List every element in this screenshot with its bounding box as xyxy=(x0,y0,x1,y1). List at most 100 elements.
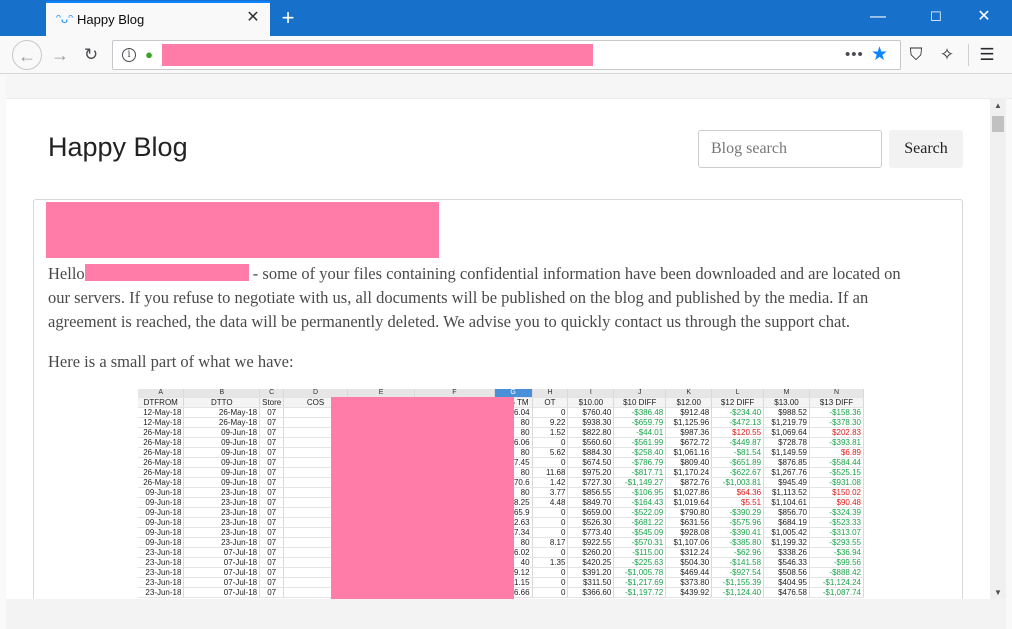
page-scrollbar[interactable]: ▲ ▼ xyxy=(990,98,1006,601)
date-from-cell: 12-May-18 xyxy=(138,407,185,418)
store-cell: 07 xyxy=(259,497,285,508)
value-cell: 11.68 xyxy=(532,467,569,478)
value-cell: $659.00 xyxy=(567,507,615,518)
search-input[interactable]: Blog search xyxy=(698,130,882,168)
address-bar[interactable]: i ● ••• ★ xyxy=(112,40,901,70)
spreadsheet-redaction xyxy=(331,397,514,599)
bookmark-star-icon[interactable]: ★ xyxy=(871,43,888,66)
value-cell: -$584.44 xyxy=(809,457,864,468)
post-line-3: agreement is reached, the data will be p… xyxy=(48,312,851,331)
column-header: OT xyxy=(532,397,569,408)
value-cell: -$378.30 xyxy=(809,417,864,428)
value-cell: $202.83 xyxy=(809,427,864,438)
url-redaction xyxy=(162,44,593,66)
store-cell: 07 xyxy=(259,587,285,598)
search-button[interactable]: Search xyxy=(889,130,963,168)
value-cell: $1,069.64 xyxy=(763,427,810,438)
minimize-button[interactable]: — xyxy=(856,0,900,34)
value-cell: 4.48 xyxy=(532,497,569,508)
value-cell: 0 xyxy=(532,407,569,418)
date-from-cell: 09-Jun-18 xyxy=(138,537,185,548)
date-from-cell: 09-Jun-18 xyxy=(138,487,185,498)
value-cell: 1.42 xyxy=(532,477,569,488)
date-to-cell: 09-Jun-18 xyxy=(183,427,261,438)
column-letter: E xyxy=(347,389,416,398)
scroll-thumb[interactable] xyxy=(992,116,1004,132)
menu-icon[interactable]: ☰ xyxy=(973,41,1001,69)
info-icon[interactable]: i xyxy=(122,48,136,62)
reload-button[interactable]: ↻ xyxy=(76,40,106,70)
value-cell: 0 xyxy=(532,577,569,588)
spreadsheet-image: ABCDEFGHIJKLMNDTFROMDTTOStoreCOSREG TMOT… xyxy=(138,389,864,599)
magic-wand-icon[interactable]: ✧ xyxy=(933,41,961,69)
value-cell: -$1,197.72 xyxy=(613,587,667,598)
value-cell: $6.89 xyxy=(809,447,864,458)
value-cell: 0 xyxy=(532,507,569,518)
onion-icon: ● xyxy=(145,47,153,62)
value-cell: $988.52 xyxy=(763,407,810,418)
value-cell: -$115.00 xyxy=(613,547,667,558)
value-cell: -$258.40 xyxy=(613,447,667,458)
value-cell: $1,019.64 xyxy=(665,497,713,508)
value-cell: -$927.54 xyxy=(711,567,765,578)
value-cell: -$164.43 xyxy=(613,497,667,508)
date-from-cell: 26-May-18 xyxy=(138,437,185,448)
value-cell: -$449.87 xyxy=(711,437,765,448)
store-cell: 07 xyxy=(259,467,285,478)
shield-icon[interactable]: ⛉ xyxy=(902,41,930,69)
value-cell: $338.26 xyxy=(763,547,810,558)
date-from-cell: 09-Jun-18 xyxy=(138,507,185,518)
back-button[interactable]: ← xyxy=(12,40,42,70)
maximize-button[interactable]: ☐ xyxy=(914,0,958,34)
post-intro: Here is a small part of what we have: xyxy=(48,352,294,371)
column-header: $12 DIFF xyxy=(711,397,765,408)
value-cell: $311.50 xyxy=(567,577,615,588)
date-to-cell: 26-May-18 xyxy=(183,407,261,418)
value-cell: $1,219.79 xyxy=(763,417,810,428)
store-cell: 07 xyxy=(259,447,285,458)
store-cell: 07 xyxy=(259,487,285,498)
column-header: Store xyxy=(259,397,285,408)
value-cell: -$575.96 xyxy=(711,517,765,528)
value-cell: -$1,087.74 xyxy=(809,587,864,598)
value-cell: -$1,003.81 xyxy=(711,477,765,488)
value-cell: -$931.08 xyxy=(809,477,864,488)
page-actions-icon[interactable]: ••• xyxy=(845,46,864,63)
column-letter: H xyxy=(532,389,569,398)
value-cell: -$81.54 xyxy=(711,447,765,458)
value-cell: 8.17 xyxy=(532,537,569,548)
value-cell: $727.30 xyxy=(567,477,615,488)
value-cell: 0 xyxy=(532,457,569,468)
value-cell: $822.80 xyxy=(567,427,615,438)
post-line-1-rest: - some of your files containing confiden… xyxy=(252,264,901,283)
close-window-button[interactable]: ✕ xyxy=(962,0,1006,34)
value-cell: $5.51 xyxy=(711,497,765,508)
blog-title[interactable]: Happy Blog xyxy=(48,132,188,163)
column-letter-row: ABCDEFGHIJKLMN xyxy=(138,389,864,398)
value-cell: 0 xyxy=(532,567,569,578)
date-to-cell: 09-Jun-18 xyxy=(183,467,261,478)
value-cell: $560.60 xyxy=(567,437,615,448)
value-cell: $373.80 xyxy=(665,577,713,588)
browser-tab[interactable]: ᵔᴗᵔ Happy Blog ✕ xyxy=(46,1,270,36)
column-header: $12.00 xyxy=(665,397,713,408)
value-cell: $1,005.42 xyxy=(763,527,810,538)
new-tab-button[interactable]: + xyxy=(276,4,300,32)
smiley-icon: ᵔᴗᵔ xyxy=(56,11,74,26)
post-line-2: our servers. If you refuse to negotiate … xyxy=(48,288,869,307)
forward-button[interactable]: → xyxy=(45,40,75,70)
close-tab-icon[interactable]: ✕ xyxy=(244,9,262,27)
value-cell: -$1,005.78 xyxy=(613,567,667,578)
value-cell: 1.52 xyxy=(532,427,569,438)
value-cell: $684.19 xyxy=(763,517,810,528)
browser-window: ᵔᴗᵔ Happy Blog ✕ + — ☐ ✕ ← → ↻ i ● ••• ★… xyxy=(0,0,1012,629)
title-bar: ᵔᴗᵔ Happy Blog ✕ + — ☐ ✕ xyxy=(0,0,1012,36)
value-cell: $912.48 xyxy=(665,407,713,418)
column-letter: B xyxy=(183,389,261,398)
scroll-up-arrow[interactable]: ▲ xyxy=(990,98,1006,114)
value-cell: $809.40 xyxy=(665,457,713,468)
date-to-cell: 26-May-18 xyxy=(183,417,261,428)
value-cell: $856.55 xyxy=(567,487,615,498)
value-cell: $420.25 xyxy=(567,557,615,568)
value-cell: -$158.36 xyxy=(809,407,864,418)
